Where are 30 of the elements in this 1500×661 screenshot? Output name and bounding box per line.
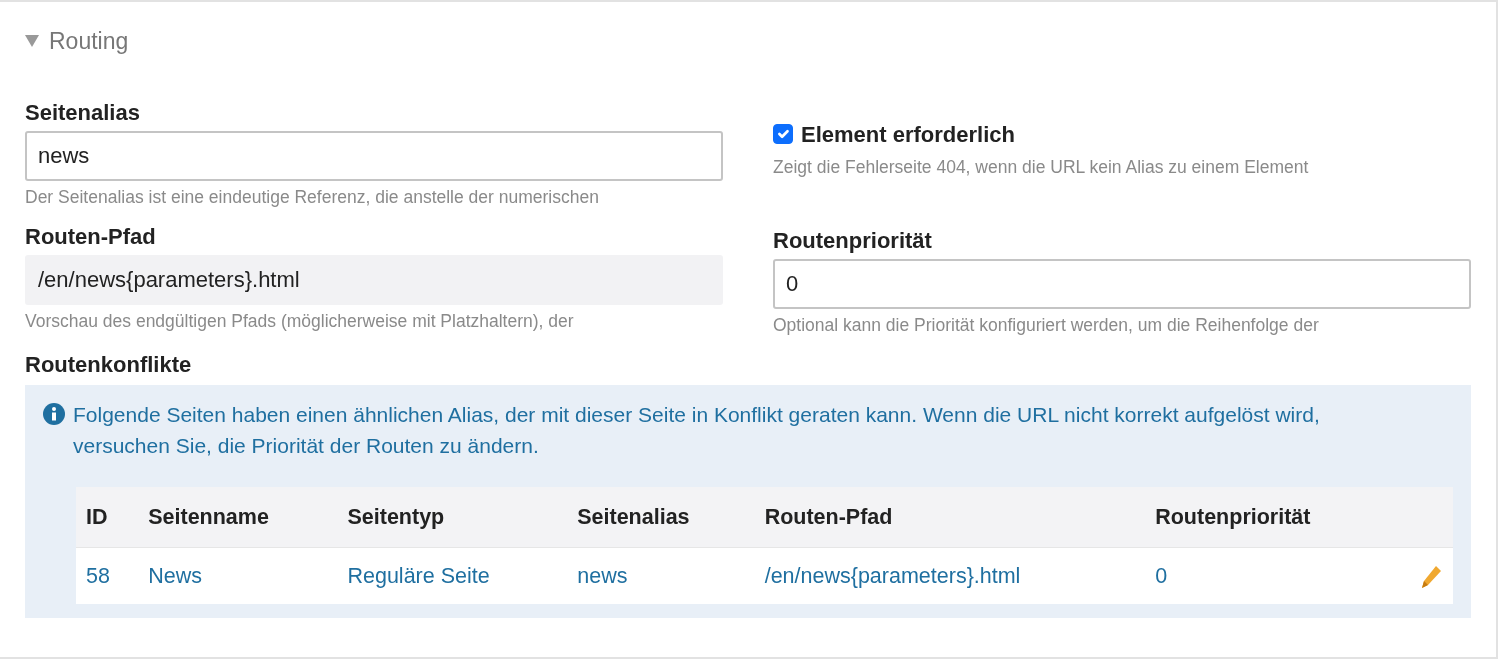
table-link[interactable]: news bbox=[577, 563, 628, 588]
table-link[interactable]: 0 bbox=[1155, 563, 1168, 588]
table-link[interactable]: News bbox=[148, 563, 202, 588]
readonly-field[interactable]: /en/news{parameters}.html bbox=[25, 254, 723, 305]
input-field[interactable]: news bbox=[25, 130, 723, 181]
field-label: Routen-Pfad bbox=[25, 222, 157, 251]
collapse-triangle-icon bbox=[25, 35, 39, 48]
field-label: Seitenalias bbox=[25, 98, 141, 127]
checkbox-label: Element erforderlich bbox=[801, 120, 1015, 149]
column-header: Seitenalias bbox=[567, 486, 755, 548]
table-link[interactable]: 58 bbox=[86, 563, 110, 588]
column-header: Routen-Pfad bbox=[754, 486, 1146, 548]
help-text: Zeigt die Fehlerseite 404, wenn die URL kein Alias zu einem Element bbox=[773, 155, 1310, 179]
pencil-icon[interactable] bbox=[1421, 565, 1443, 590]
column-header: Routenpriorität bbox=[1145, 486, 1394, 548]
info-message: Folgende Seiten haben einen ähnlichen Alias, der mit dieser Seite in Konflikt geraten kann. Wenn die URL nicht korrekt aufgelöst wird, versuchen Sie, die Priorität der Routen zu ändern. bbox=[73, 401, 1321, 459]
help-text: Vorschau des endgültigen Pfads (möglicherweise mit Platzhaltern), der bbox=[25, 309, 575, 333]
section-toggle[interactable]: Routing bbox=[25, 24, 129, 59]
column-header: Seitenname bbox=[138, 486, 338, 548]
checkbox[interactable] bbox=[773, 124, 793, 144]
section-label: Routenkonflikte bbox=[25, 350, 193, 379]
column-header: ID bbox=[76, 486, 139, 548]
table-link[interactable]: /en/news{parameters}.html bbox=[764, 563, 1021, 588]
field-label: Routenpriorität bbox=[773, 226, 933, 255]
input-field[interactable]: 0 bbox=[773, 258, 1471, 309]
help-text: Der Seitenalias ist eine eindeutige Referenz, die anstelle der numerischen bbox=[25, 185, 600, 209]
help-text: Optional kann die Priorität konfiguriert werden, um die Reihenfolge der bbox=[773, 313, 1320, 337]
table-link[interactable]: Reguläre Seite bbox=[347, 563, 490, 588]
info-icon bbox=[43, 402, 65, 425]
column-header: Seitentyp bbox=[337, 486, 568, 548]
